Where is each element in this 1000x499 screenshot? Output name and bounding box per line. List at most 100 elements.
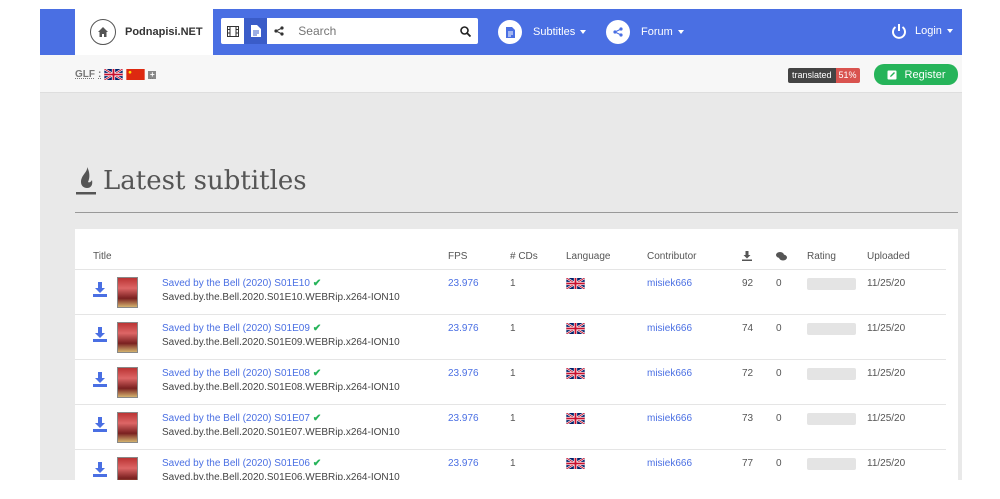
search-group <box>221 18 478 44</box>
power-icon <box>892 24 906 39</box>
contributor-link[interactable]: misiek666 <box>647 368 692 379</box>
brand-home-link[interactable]: Podnapisi.NET <box>75 9 213 55</box>
release-name: Saved.by.the.Bell.2020.S01E06.WEBRip.x26… <box>162 472 400 480</box>
flame-icon <box>76 167 96 195</box>
fps-link[interactable]: 23.976 <box>448 278 479 289</box>
uk-flag-icon <box>566 413 585 424</box>
share-icon <box>274 26 284 36</box>
glf-label: GLF <box>75 69 95 80</box>
share-search-toggle[interactable] <box>267 18 290 44</box>
cds-value: 1 <box>510 413 516 424</box>
header-cds[interactable]: # CDs <box>510 251 538 262</box>
chevron-down-icon <box>946 29 953 33</box>
header-rating[interactable]: Rating <box>807 251 836 262</box>
release-name: Saved.by.the.Bell.2020.S01E07.WEBRip.x26… <box>162 427 400 438</box>
cds-value: 1 <box>510 458 516 469</box>
nav-forum-label: Forum <box>641 26 673 38</box>
subtitle-title-link[interactable]: Saved by the Bell (2020) S01E07 ✔ <box>162 413 321 424</box>
check-icon: ✔ <box>312 413 322 424</box>
comments-count: 0 <box>776 368 782 379</box>
download-icon[interactable] <box>93 372 107 387</box>
uploaded-date: 11/25/20 <box>867 458 906 469</box>
comments-count: 0 <box>776 458 782 469</box>
header-fps[interactable]: FPS <box>448 251 467 262</box>
poster-thumbnail[interactable] <box>117 457 138 480</box>
subtitle-title-link[interactable]: Saved by the Bell (2020) S01E09 ✔ <box>162 323 321 334</box>
rating-bar <box>807 278 856 290</box>
check-icon: ✔ <box>312 458 322 469</box>
fps-link[interactable]: 23.976 <box>448 323 479 334</box>
page-title-text: Latest subtitles <box>103 166 307 196</box>
nav-forum-menu[interactable]: Forum <box>606 20 684 44</box>
chevron-down-icon <box>677 30 684 34</box>
register-button[interactable]: Register <box>874 64 958 85</box>
register-label: Register <box>904 68 946 81</box>
downloads-count: 92 <box>742 278 754 289</box>
uk-flag-icon <box>566 278 585 289</box>
edit-icon <box>887 70 897 79</box>
subtitle-search-toggle[interactable] <box>244 18 268 44</box>
poster-thumbnail[interactable] <box>117 322 138 353</box>
movie-search-toggle[interactable] <box>221 18 244 44</box>
header-title[interactable]: Title <box>93 251 112 262</box>
cds-value: 1 <box>510 323 516 334</box>
table-row: Saved by the Bell (2020) S01E07 ✔ Saved.b… <box>75 404 946 449</box>
uk-flag-icon <box>566 458 585 469</box>
download-icon[interactable] <box>93 417 107 432</box>
document-icon <box>250 25 261 37</box>
header-downloads-icon[interactable] <box>742 251 752 261</box>
poster-thumbnail[interactable] <box>117 277 138 308</box>
glf-language-filter[interactable]: GLF : + <box>75 69 157 80</box>
comments-count: 0 <box>776 278 782 289</box>
check-icon: ✔ <box>312 323 322 334</box>
rating-bar <box>807 323 856 335</box>
release-name: Saved.by.the.Bell.2020.S01E10.WEBRip.x26… <box>162 292 400 303</box>
search-button[interactable] <box>453 18 478 44</box>
comments-count: 0 <box>776 323 782 334</box>
subtitle-title-link[interactable]: Saved by the Bell (2020) S01E10 ✔ <box>162 278 321 289</box>
china-flag-icon <box>126 69 146 80</box>
rating-bar <box>807 458 856 470</box>
contributor-link[interactable]: misiek666 <box>647 323 692 334</box>
download-icon[interactable] <box>93 282 107 297</box>
brand-name: Podnapisi.NET <box>125 26 203 38</box>
fps-link[interactable]: 23.976 <box>448 413 479 424</box>
subtitles-table: Title FPS # CDs Language Contributor Rat… <box>75 229 958 480</box>
forum-icon <box>606 20 630 44</box>
title-divider <box>75 212 958 213</box>
uploaded-date: 11/25/20 <box>867 413 906 424</box>
home-icon <box>90 19 116 45</box>
downloads-count: 74 <box>742 323 754 334</box>
header-comments-icon[interactable] <box>776 252 787 261</box>
uploaded-date: 11/25/20 <box>867 368 906 379</box>
contributor-link[interactable]: misiek666 <box>647 413 692 424</box>
login-menu[interactable]: Login <box>891 23 953 39</box>
cds-value: 1 <box>510 368 516 379</box>
navbar: Podnapisi.NET Subtitles <box>40 9 962 55</box>
header-contributor[interactable]: Contributor <box>647 251 696 262</box>
subtitles-icon <box>498 20 522 44</box>
contributor-link[interactable]: misiek666 <box>647 278 692 289</box>
download-icon[interactable] <box>93 327 107 342</box>
add-language-icon[interactable]: + <box>148 70 157 79</box>
fps-link[interactable]: 23.976 <box>448 368 479 379</box>
contributor-link[interactable]: misiek666 <box>647 458 692 469</box>
nav-subtitles-menu[interactable]: Subtitles <box>498 20 587 44</box>
fps-link[interactable]: 23.976 <box>448 458 479 469</box>
subtitle-title-link[interactable]: Saved by the Bell (2020) S01E08 ✔ <box>162 368 321 379</box>
poster-thumbnail[interactable] <box>117 412 138 443</box>
subtitle-title-link[interactable]: Saved by the Bell (2020) S01E06 ✔ <box>162 458 321 469</box>
translated-value: 51% <box>835 68 860 83</box>
table-row: Saved by the Bell (2020) S01E06 ✔ Saved.b… <box>75 449 946 480</box>
glf-separator: : <box>98 69 102 80</box>
table-row: Saved by the Bell (2020) S01E09 ✔ Saved.b… <box>75 314 946 359</box>
release-name: Saved.by.the.Bell.2020.S01E08.WEBRip.x26… <box>162 382 400 393</box>
page-title: Latest subtitles <box>75 166 307 196</box>
header-uploaded[interactable]: Uploaded <box>867 251 910 262</box>
downloads-count: 77 <box>742 458 754 469</box>
search-input[interactable] <box>290 19 454 43</box>
poster-thumbnail[interactable] <box>117 367 138 398</box>
download-icon[interactable] <box>93 462 107 477</box>
table-row: Saved by the Bell (2020) S01E10 ✔ Saved.b… <box>75 269 946 314</box>
header-language[interactable]: Language <box>566 251 611 262</box>
